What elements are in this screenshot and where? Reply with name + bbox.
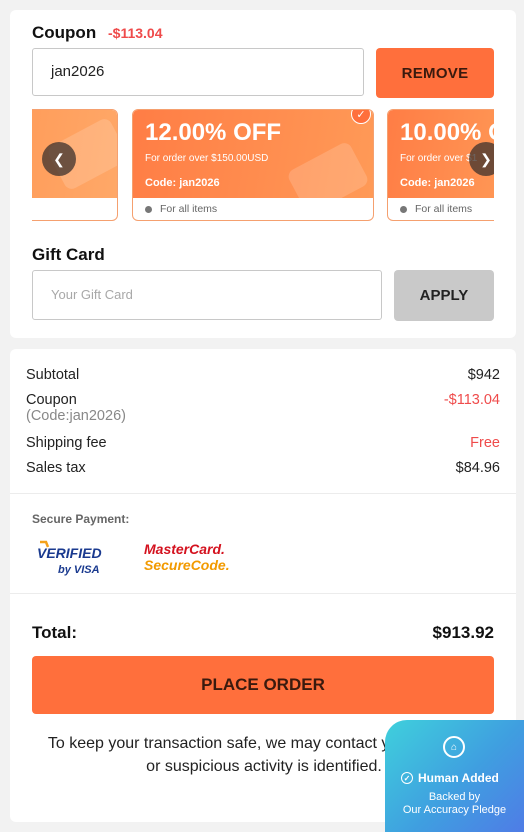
chevron-left-icon[interactable]: ❮ xyxy=(42,142,76,176)
tax-row: Sales tax $84.96 xyxy=(26,460,500,476)
coupon-note: For all items xyxy=(145,203,217,215)
info-dot-icon xyxy=(400,205,407,213)
coupon-discount: -$113.04 xyxy=(108,25,163,41)
backed-by-text: Backed by xyxy=(428,791,481,803)
giftcard-title: Gift Card xyxy=(32,245,105,264)
shipping-label: Shipping fee xyxy=(26,435,107,451)
coupon-row: Coupon (Code:jan2026) -$113.04 xyxy=(26,392,500,424)
coupon-title: Coupon xyxy=(32,23,97,42)
coupon-summary-code: (Code:jan2026) xyxy=(26,408,126,424)
coupon-code: Code: jan2026 xyxy=(400,177,475,189)
verified-by-visa-logo: VERIFIED by VISA xyxy=(37,540,102,576)
tax-value: $84.96 xyxy=(455,460,500,476)
subtotal-value: $942 xyxy=(467,367,500,383)
mastercard-securecode-logo: MasterCard. SecureCode. xyxy=(144,541,230,573)
accuracy-pledge-text: Our Accuracy Pledge xyxy=(402,804,507,816)
mc-line2: SecureCode. xyxy=(144,557,230,573)
visa-line1: VERIFIED xyxy=(37,545,102,561)
coupon-condition: For order over $1 xyxy=(400,153,478,164)
subtotal-label: Subtotal xyxy=(26,367,80,383)
coupon-note-text: For all items xyxy=(160,203,218,215)
mc-line1: MasterCard. xyxy=(144,541,225,557)
check-circle-icon: ✓ xyxy=(401,772,413,784)
home-shield-icon: ⌂ xyxy=(443,736,465,758)
info-dot-icon xyxy=(145,205,152,213)
coupon-giftcard-card: Coupon -$113.04 jan2026 REMOVE 12.00% OF… xyxy=(10,10,516,338)
human-added-badge[interactable]: ⌂ ✓ Human Added Backed by Our Accuracy Pl… xyxy=(385,720,524,832)
coupon-code: Code: jan2026 xyxy=(145,177,220,189)
visa-line2: by VISA xyxy=(58,564,100,576)
coupon-note: For all items xyxy=(400,203,472,215)
giftcard-input[interactable]: Your Gift Card xyxy=(32,270,382,320)
divider xyxy=(10,493,516,494)
total-value: $913.92 xyxy=(432,623,494,642)
tax-label: Sales tax xyxy=(26,460,86,476)
coupon-card-selected[interactable]: 12.00% OFF For order over $150.00USD Cod… xyxy=(132,109,374,221)
total-label: Total: xyxy=(32,623,78,642)
place-order-button[interactable]: PLACE ORDER xyxy=(32,656,494,714)
coupon-condition: For order over $150.00USD xyxy=(145,153,269,164)
subtotal-row: Subtotal $942 xyxy=(26,367,500,383)
human-added-title: ✓ Human Added xyxy=(401,771,499,785)
coupon-summary-value: -$113.04 xyxy=(443,392,500,408)
human-added-subtitle: Backed by Our Accuracy Pledge xyxy=(385,791,524,817)
coupon-note-text: For all items xyxy=(415,203,473,215)
shipping-row: Shipping fee Free xyxy=(26,435,500,451)
shipping-value: Free xyxy=(470,435,500,451)
apply-giftcard-button[interactable]: APPLY xyxy=(394,270,494,321)
coupon-summary-label: Coupon xyxy=(26,392,77,408)
human-added-text: Human Added xyxy=(418,771,499,785)
coupon-off: 12.00% OFF xyxy=(145,119,282,146)
divider xyxy=(10,593,516,594)
secure-payment-title: Secure Payment: xyxy=(32,512,130,526)
remove-coupon-button[interactable]: REMOVE xyxy=(376,48,494,98)
coupon-code-input[interactable]: jan2026 xyxy=(32,48,364,96)
coupon-carousel[interactable]: 12.00% OFF For order over $150.00USD Cod… xyxy=(32,109,494,223)
